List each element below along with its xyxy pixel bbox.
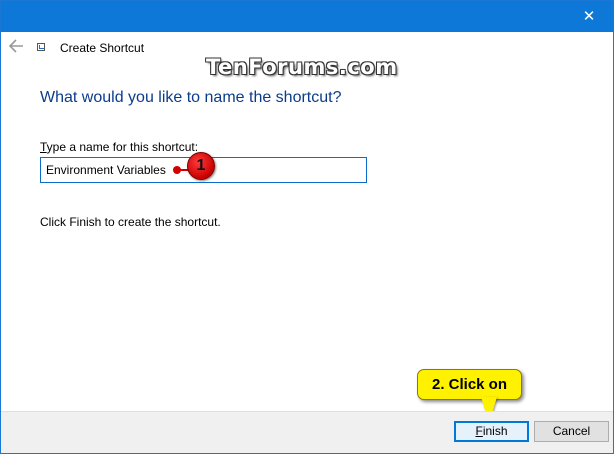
close-icon[interactable]: ✕ [569,1,609,32]
title-bar: ✕ [1,1,613,32]
dialog-title: Create Shortcut [60,41,145,55]
back-arrow-icon[interactable] [7,38,25,54]
step1-badge: 1 [187,152,215,180]
button-bar: Finish Cancel [1,411,613,453]
label-access-key: T [40,140,47,154]
finish-button[interactable]: Finish [454,421,529,442]
shortcut-icon [37,43,45,51]
cancel-button[interactable]: Cancel [534,421,609,442]
instruction-text: Click Finish to create the shortcut. [40,215,221,229]
create-shortcut-window: ✕ Create Shortcut TenForums.com What wou… [0,0,614,454]
label-text: ype a name for this shortcut: [46,140,199,154]
name-field-label: Type a name for this shortcut: [40,140,198,154]
page-heading: What would you like to name the shortcut… [40,89,342,106]
finish-access-key: F [475,424,483,438]
step2-callout: 2. Click on [417,369,522,400]
watermark: TenForums.com [206,55,398,79]
finish-label: inish [482,424,508,438]
